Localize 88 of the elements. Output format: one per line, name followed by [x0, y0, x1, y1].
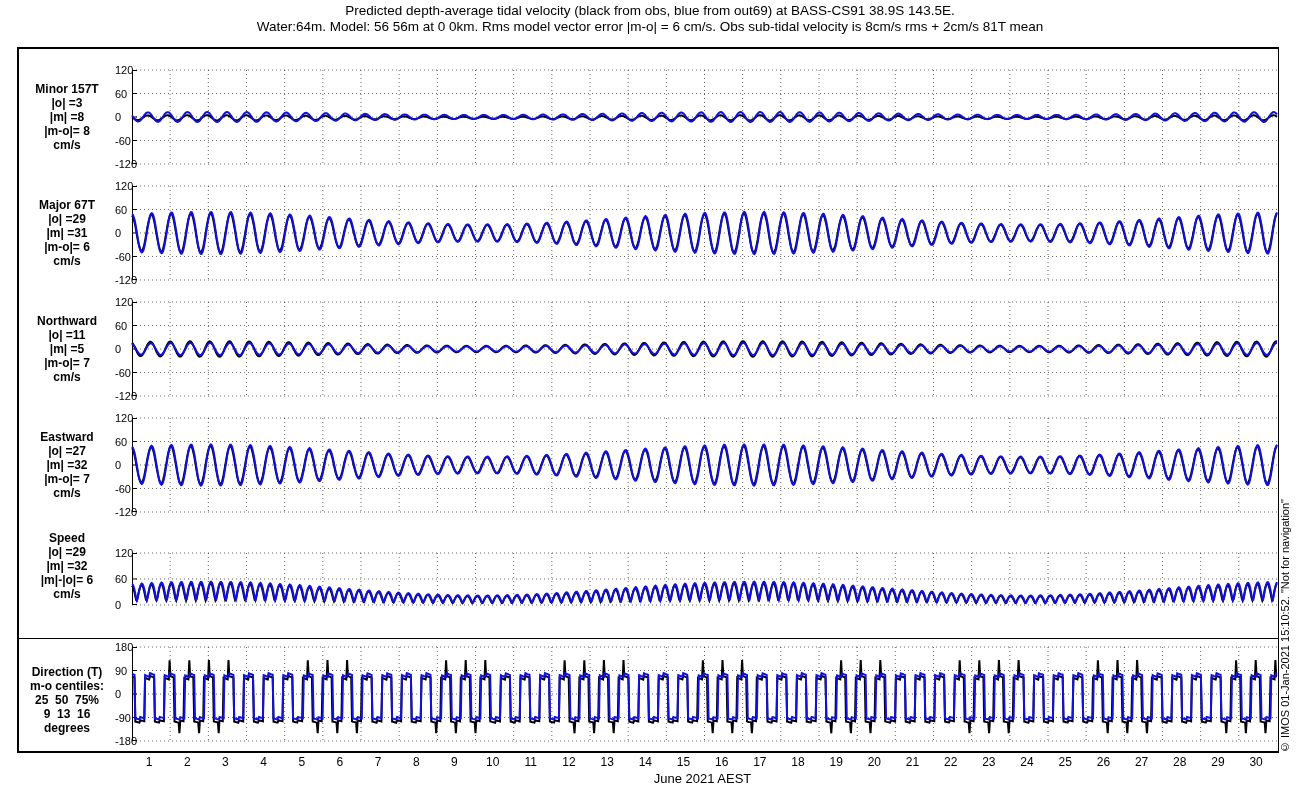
- panel-label: Major 67T: [39, 198, 95, 212]
- y-axis: [131, 552, 138, 606]
- panel-label: |o| =3: [51, 96, 83, 110]
- axis-title: June 2021 AEST: [653, 771, 752, 786]
- axis-tick-label: 24: [1020, 755, 1034, 769]
- axis-tick-label: 23: [982, 755, 996, 769]
- panel-label: |o| =29: [48, 212, 86, 226]
- axis-tick-label: 16: [715, 755, 729, 769]
- axis-tick-label: 4: [260, 755, 267, 769]
- axis-tick-label: 3: [222, 755, 229, 769]
- panel-label: |m| =32: [46, 458, 88, 472]
- axis-tick-label: 60: [115, 435, 128, 448]
- axis-tick-label: 0: [115, 688, 122, 700]
- panel-label: degrees: [44, 721, 90, 735]
- axis-tick-label: 60: [115, 319, 128, 332]
- panel-label: Direction (T): [31, 665, 103, 679]
- axis-tick-label: 26: [1096, 755, 1111, 769]
- panel-label: |o| =29: [48, 545, 86, 559]
- panel-label: cm/s: [53, 138, 81, 152]
- axis-tick-label: 9: [451, 755, 458, 769]
- axis-tick-label: 60: [115, 87, 128, 100]
- axis-tick-label: 120: [115, 180, 134, 192]
- axis-tick-label: 90: [115, 664, 128, 677]
- axis-tick-label: 27: [1134, 755, 1149, 769]
- copyright-note: © IMOS 01-Jan-2021 15:10:52. "Not for navigation": [1279, 499, 1292, 753]
- panel-label: |m| =5: [49, 342, 85, 356]
- axis-tick-label: 0: [115, 227, 122, 239]
- panel-label: |m| =8: [49, 110, 85, 124]
- axis-tick-label: 0: [115, 599, 122, 611]
- panel-label: 25 50 75%: [34, 693, 100, 707]
- panel-label: |m-o|= 8: [44, 124, 90, 138]
- axis-tick-label: 2: [183, 755, 191, 769]
- axis-tick-label: -90: [115, 711, 131, 724]
- axis-tick-label: 11: [524, 755, 538, 769]
- panel-label: Northward: [37, 314, 97, 328]
- axis-tick-label: 120: [115, 412, 134, 424]
- panel-label: m-o centiles:: [30, 679, 104, 693]
- axis-tick-label: 0: [115, 343, 122, 355]
- axis-tick-label: 22: [944, 755, 958, 769]
- axis-tick-label: 5: [298, 755, 306, 769]
- axis-tick-label: 30: [1249, 755, 1263, 769]
- panel-label: cm/s: [53, 370, 81, 384]
- panel-label: |m| =32: [46, 559, 88, 573]
- axis-tick-label: -60: [115, 250, 131, 263]
- axis-tick-label: 60: [115, 573, 128, 585]
- axis-tick-label: 13: [600, 755, 614, 769]
- panel-label: |m-o|= 7: [44, 472, 90, 486]
- axis-tick-label: 14: [638, 755, 652, 769]
- axis-tick-label: 19: [829, 755, 843, 769]
- axis-tick-label: 18: [791, 755, 805, 769]
- panel-label: |m-o|= 7: [44, 356, 90, 370]
- axis-tick-label: 6: [336, 755, 344, 769]
- axis-tick-label: 15: [676, 755, 691, 769]
- panel-label: Minor 157T: [35, 82, 99, 96]
- axis-tick-label: 17: [753, 755, 767, 769]
- chart-title: Water:64m. Model: 56 56m at 0 0km. Rms model vector error |m-o| = 6 cm/s. Obs sub-tidal velocity is 8cm/s rms + 2cm/s 81T mean: [256, 19, 1044, 35]
- axis-tick-label: -60: [115, 366, 131, 379]
- axis-tick-label: 8: [412, 755, 420, 769]
- axis-tick-label: 120: [115, 547, 134, 559]
- axis-tick-label: 20: [867, 755, 882, 769]
- axis-tick-label: 120: [115, 64, 134, 76]
- axis-tick-label: 60: [115, 203, 128, 216]
- axis-tick-label: 180: [115, 641, 134, 653]
- panel-label: |m|-|o|= 6: [40, 573, 94, 587]
- axis-tick-label: 29: [1211, 755, 1225, 769]
- axis-tick-label: 0: [115, 459, 122, 471]
- axis-tick-label: 1: [145, 755, 153, 769]
- axis-tick-label: 25: [1058, 755, 1072, 769]
- axis-tick-label: 28: [1173, 755, 1187, 769]
- panel-label: cm/s: [53, 254, 81, 268]
- axis-tick-label: -60: [115, 134, 131, 147]
- panel-label: Speed: [49, 531, 85, 545]
- panel-label: |m-o|= 6: [44, 240, 90, 254]
- panel-label: |o| =11: [48, 328, 86, 342]
- panel-label: 9 13 16: [43, 707, 91, 721]
- panel-label: cm/s: [53, 587, 81, 601]
- axis-tick-label: 21: [905, 755, 920, 769]
- axis-tick-label: 10: [485, 755, 500, 769]
- axis-tick-label: -60: [115, 482, 131, 495]
- axis-tick-label: 120: [115, 296, 134, 308]
- axis-tick-label: 12: [562, 755, 576, 769]
- panel-label: Eastward: [40, 430, 94, 444]
- axis-tick-label: 0: [115, 111, 122, 123]
- axis-tick-label: 7: [374, 755, 382, 769]
- chart-title: Predicted depth-average tidal velocity (black from obs, blue from out69) at BASS-CS91 38.9S 143.5E.: [345, 3, 955, 19]
- panel-label: |o| =27: [48, 444, 86, 458]
- panel-label: cm/s: [53, 486, 81, 500]
- panel-label: |m| =31: [46, 226, 88, 240]
